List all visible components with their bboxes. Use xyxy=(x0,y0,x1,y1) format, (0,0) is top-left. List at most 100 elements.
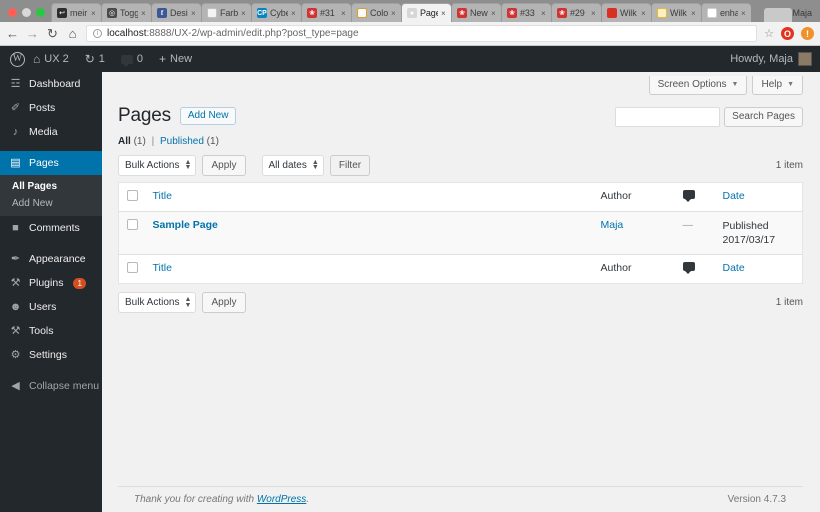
media-icon: ♪ xyxy=(12,125,19,138)
close-tab-icon[interactable]: × xyxy=(391,9,397,18)
row-title-link[interactable]: Sample Page xyxy=(153,219,218,231)
sidebar-item-settings[interactable]: ⚙ Settings xyxy=(0,343,102,367)
orange-extension-icon[interactable]: ! xyxy=(801,27,814,40)
address-bar[interactable]: i localhost:8888/UX-2/wp-admin/edit.php?… xyxy=(86,25,758,42)
table-row[interactable]: Sample Page Maja — Published 2017/03/17 xyxy=(118,211,803,256)
row-checkbox[interactable] xyxy=(127,219,138,230)
wordpress-logo-icon[interactable]: W xyxy=(10,51,25,67)
select-all-checkbox[interactable] xyxy=(127,190,138,201)
sidebar-item-comments[interactable]: ■ Comments xyxy=(0,216,102,240)
browser-tab[interactable]: ◎ Togg × xyxy=(101,3,151,22)
browser-tab[interactable]: ●Page× xyxy=(401,3,451,22)
home-icon[interactable]: ⌂ xyxy=(66,27,79,40)
collapse-menu-button[interactable]: ◀ Collapse menu xyxy=(0,374,102,398)
apply-button-bottom[interactable]: Apply xyxy=(202,292,246,314)
submenu-item-add-new[interactable]: Add New xyxy=(0,195,102,212)
sidebar-item-tools[interactable]: ⚒ Tools xyxy=(0,319,102,343)
sidebar-item-users[interactable]: ☻ Users xyxy=(0,295,102,319)
bulk-actions-select-bottom[interactable]: Bulk Actions ▲ ▼ xyxy=(118,292,197,314)
bulk-actions-select-top[interactable]: Bulk Actions ▲ ▼ xyxy=(118,155,197,176)
select-arrows-icon: ▲ ▼ xyxy=(311,158,319,172)
sidebar-item-appearance[interactable]: ✒ Appearance xyxy=(0,247,102,271)
back-icon[interactable]: ← xyxy=(6,27,19,40)
adminbar-site-name[interactable]: ⌂ UX 2 xyxy=(25,46,77,72)
header-comments[interactable] xyxy=(674,182,715,212)
browser-tab[interactable]: ↩ meir × xyxy=(51,3,101,22)
browser-tab[interactable]: ❀ New × xyxy=(451,3,501,22)
sidebar-item-dashboard[interactable]: ☲ Dashboard xyxy=(0,72,102,96)
browser-tab[interactable]: e Colo × xyxy=(351,3,401,22)
sidebar-item-media[interactable]: ♪ Media xyxy=(0,120,102,144)
browser-tab[interactable]: Farb × xyxy=(201,3,251,22)
select-all-checkbox-footer[interactable] xyxy=(127,262,138,274)
filter-button[interactable]: Filter xyxy=(329,155,371,176)
close-tab-icon[interactable]: × xyxy=(641,9,647,18)
header-date-label: Date xyxy=(722,190,745,202)
submenu-item-all-pages[interactable]: All Pages xyxy=(0,178,102,195)
browser-tab[interactable]: Wilk × xyxy=(601,3,651,22)
close-window-button[interactable] xyxy=(8,8,17,17)
close-tab-icon[interactable]: × xyxy=(441,9,447,18)
search-pages-button[interactable]: Search Pages xyxy=(724,107,803,127)
adminbar-my-account[interactable]: Howdy, Maja xyxy=(730,52,820,66)
reload-icon[interactable]: ↻ xyxy=(46,27,59,40)
view-published-link[interactable]: Published xyxy=(160,136,204,147)
browser-tab-label: Cybe xyxy=(270,8,288,18)
row-author-link[interactable]: Maja xyxy=(601,219,624,231)
close-tab-icon[interactable]: × xyxy=(341,9,347,18)
browser-tab[interactable]: ❀ #31 × xyxy=(301,3,351,22)
close-tab-icon[interactable]: × xyxy=(491,9,497,18)
close-tab-icon[interactable]: × xyxy=(541,9,547,18)
url-host: localhost xyxy=(107,28,147,39)
new-tab-button[interactable] xyxy=(764,8,793,22)
add-new-page-button[interactable]: Add New xyxy=(179,107,237,125)
maximize-window-button[interactable] xyxy=(36,8,45,17)
view-all-link[interactable]: All xyxy=(118,136,131,147)
header-date[interactable]: Date xyxy=(714,182,803,212)
screen-options-button[interactable]: Screen Options ▼ xyxy=(648,76,748,95)
browser-tab[interactable]: CPCybe× xyxy=(251,3,301,22)
bookmark-star-icon[interactable]: ☆ xyxy=(764,27,774,40)
forward-icon[interactable]: → xyxy=(26,27,39,40)
footer-date[interactable]: Date xyxy=(714,254,803,284)
close-tab-icon[interactable]: × xyxy=(291,9,297,18)
close-tab-icon[interactable]: × xyxy=(191,9,197,18)
apply-button-top[interactable]: Apply xyxy=(202,155,246,176)
browser-tab[interactable]: ❀ #29 × xyxy=(551,3,601,22)
close-tab-icon[interactable]: × xyxy=(241,9,247,18)
adminbar-comments[interactable]: 0 xyxy=(113,46,151,72)
adminbar-new-content[interactable]: + New xyxy=(151,46,200,72)
search-input[interactable] xyxy=(615,107,721,127)
minimize-window-button[interactable] xyxy=(22,8,31,17)
help-button[interactable]: Help ▼ xyxy=(752,76,803,95)
opera-extension-icon[interactable]: O xyxy=(781,27,794,40)
footer-title[interactable]: Title xyxy=(144,254,593,284)
footer-comments[interactable] xyxy=(674,254,715,284)
help-label: Help xyxy=(761,79,783,90)
wordpress-link[interactable]: WordPress xyxy=(257,494,306,505)
table-head: Title Author Date xyxy=(118,182,803,212)
header-title[interactable]: Title xyxy=(144,182,593,212)
browser-tab[interactable]: ❀ #33 × xyxy=(501,3,551,22)
sidebar-item-label: Appearance xyxy=(29,253,86,265)
close-tab-icon[interactable]: × xyxy=(691,9,697,18)
browser-tab[interactable]: Genha × xyxy=(701,3,751,22)
browser-tab-label: enha xyxy=(720,8,738,18)
sidebar-item-pages[interactable]: ▤ Pages xyxy=(0,151,102,175)
browser-profile-name[interactable]: Maja xyxy=(792,8,820,22)
close-tab-icon[interactable]: × xyxy=(141,9,147,18)
close-tab-icon[interactable]: × xyxy=(91,9,97,18)
browser-tab[interactable]: Wilk × xyxy=(651,3,701,22)
site-info-icon[interactable]: i xyxy=(93,29,102,38)
wordpress-trac-icon: ❀ xyxy=(457,8,467,18)
browser-tab[interactable]: f Desi × xyxy=(151,3,201,22)
bulk-actions-value: Bulk Actions xyxy=(125,159,180,171)
sidebar-item-posts[interactable]: ✐ Posts xyxy=(0,96,102,120)
table-foot: Title Author Date xyxy=(118,254,803,284)
adminbar-updates[interactable]: ↻ 1 xyxy=(77,46,113,72)
sidebar-item-plugins[interactable]: ⚒ Plugins 1 xyxy=(0,271,102,295)
browser-toolbar: ← → ↻ ⌂ i localhost:8888/UX-2/wp-admin/e… xyxy=(0,22,820,46)
date-filter-select[interactable]: All dates ▲ ▼ xyxy=(261,155,324,176)
close-tab-icon[interactable]: × xyxy=(591,9,597,18)
close-tab-icon[interactable]: × xyxy=(741,9,747,18)
